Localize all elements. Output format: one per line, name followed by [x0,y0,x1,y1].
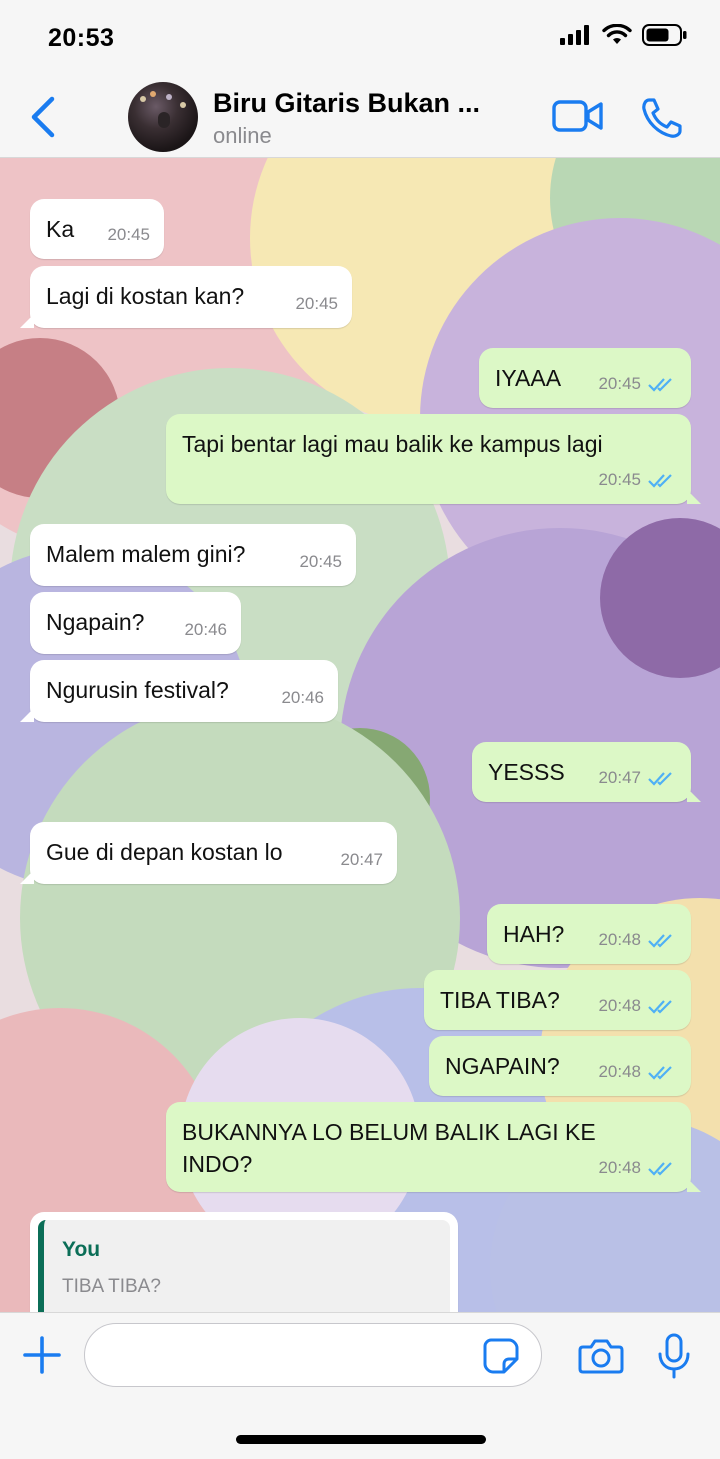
message-bubble-incoming[interactable]: Ngapain? 20:46 [30,592,241,654]
chat-header: Biru Gitaris Bukan ... online [0,78,720,158]
message-time: 20:48 [598,1158,641,1177]
message-input[interactable] [84,1323,542,1387]
back-chevron-icon[interactable] [26,94,60,140]
contact-status: online [213,123,272,148]
message-text: Ngurusin festival? [46,677,229,703]
message-text: Ngapain? [46,609,145,635]
message-bubble-outgoing[interactable]: HAH? 20:48 [487,904,691,964]
status-icons [560,24,688,46]
message-bubble-incoming[interactable]: Ka 20:45 [30,199,164,259]
quoted-author: You [62,1238,101,1261]
message-time: 20:48 [598,996,641,1015]
message-text: NGAPAIN? [445,1053,560,1079]
message-time: 20:47 [340,850,383,869]
message-text: Lagi di kostan kan? [46,283,245,309]
read-ticks-icon [648,474,672,488]
message-time: 20:45 [299,552,342,571]
status-time: 20:53 [48,24,115,52]
read-ticks-icon [648,378,672,392]
signal-icon [560,25,589,45]
message-text: HAH? [503,921,565,947]
sticker-icon[interactable] [482,1337,520,1375]
message-time: 20:45 [598,374,641,393]
message-time: 20:48 [598,930,641,949]
read-ticks-icon [648,1066,672,1080]
message-time: 20:45 [107,225,150,244]
message-bubble-incoming[interactable]: Ngurusin festival? 20:46 [20,660,338,722]
message-bubble-outgoing[interactable]: IYAAA 20:45 [479,348,691,408]
message-time: 20:48 [598,1062,641,1081]
read-ticks-icon [648,1000,672,1014]
home-indicator [236,1435,486,1444]
plus-icon[interactable] [22,1335,62,1375]
video-call-icon[interactable] [552,96,604,136]
avatar[interactable] [128,82,198,152]
message-bubble-incoming[interactable]: Gue di depan kostan lo 20:47 [20,822,397,884]
message-text-line2: INDO? [182,1151,253,1177]
message-text: Tapi bentar lagi mau balik ke kampus lag… [182,431,603,457]
message-text: IYAAA [495,365,562,391]
microphone-icon[interactable] [656,1333,692,1379]
message-time: 20:46 [184,620,227,639]
wifi-icon [602,24,632,44]
message-time: 20:47 [598,768,641,787]
read-ticks-icon [648,772,672,786]
voice-call-icon[interactable] [640,96,684,140]
message-bubble-incoming[interactable]: Lagi di kostan kan? 20:45 [20,266,352,328]
message-time: 20:45 [295,294,338,313]
chat-area[interactable]: Ka 20:45 Lagi di kostan kan? 20:45 IYAAA… [0,158,720,1312]
message-time: 20:46 [281,688,324,707]
message-bubble-outgoing[interactable]: NGAPAIN? 20:48 [429,1036,691,1096]
message-input-bar [0,1312,720,1459]
read-ticks-icon [648,1162,672,1176]
reply-message-bubble[interactable]: You TIBA TIBA? [30,1212,458,1312]
message-bubble-outgoing[interactable]: BUKANNYA LO BELUM BALIK LAGI KE INDO? 20… [166,1102,701,1192]
message-bubble-outgoing[interactable]: YESSS 20:47 [472,742,701,802]
message-text: BUKANNYA LO BELUM BALIK LAGI KE [182,1119,596,1145]
quoted-message[interactable]: You TIBA TIBA? [38,1220,450,1312]
battery-icon [642,24,687,46]
status-bar: 20:53 [0,0,720,78]
message-bubble-outgoing[interactable]: TIBA TIBA? 20:48 [424,970,691,1030]
message-bubble-incoming[interactable]: Malem malem gini? 20:45 [30,524,356,586]
message-time: 20:45 [598,470,641,489]
message-bubble-outgoing[interactable]: Tapi bentar lagi mau balik ke kampus lag… [166,414,701,504]
message-text: Gue di depan kostan lo [46,839,283,865]
camera-icon[interactable] [578,1337,624,1375]
read-ticks-icon [648,934,672,948]
message-text: Ka [46,216,75,242]
message-text: TIBA TIBA? [440,987,560,1013]
quoted-text: TIBA TIBA? [62,1276,161,1297]
contact-name[interactable]: Biru Gitaris Bukan ... [213,88,480,119]
message-text: Malem malem gini? [46,541,246,567]
message-text: YESSS [488,759,565,785]
